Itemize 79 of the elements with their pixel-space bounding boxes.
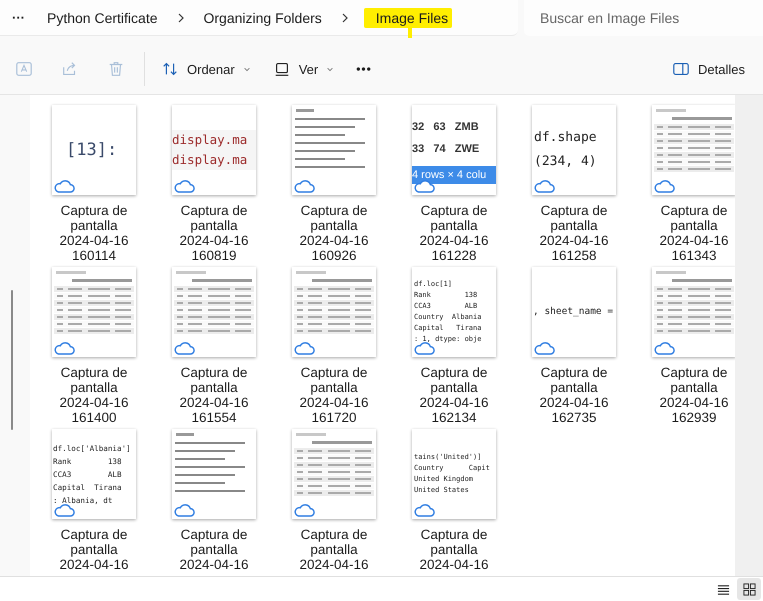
cloud-icon [413, 503, 435, 518]
cloud-icon [533, 341, 555, 356]
file-name: Captura de pantalla 2024-04-16 161554 [178, 365, 250, 425]
cloud-icon [653, 341, 675, 356]
image-thumbnail[interactable]: [13]: [52, 105, 136, 195]
cloud-icon [173, 179, 195, 194]
thumbnail-text: display.ma [172, 150, 256, 170]
cloud-icon [653, 179, 675, 194]
image-thumbnail[interactable]: , sheet_name = [532, 267, 616, 357]
image-thumbnail[interactable] [172, 429, 256, 519]
grid-view-button[interactable] [737, 578, 761, 600]
view-button[interactable]: Ver [264, 52, 342, 86]
file-name: Captura de pantalla 2024-04-16 [178, 527, 250, 572]
cloud-icon [53, 503, 75, 518]
grid-icon [742, 582, 756, 596]
sort-icon [161, 60, 179, 78]
chevron-down-icon [242, 65, 251, 73]
image-thumbnail[interactable]: display.ma display.ma [172, 105, 256, 195]
thumbnail-text: [13]: [65, 140, 118, 160]
chevron-right-icon [340, 12, 350, 22]
chevron-down-icon [326, 65, 334, 73]
file-name: Captura de pantalla 2024-04-16 [58, 527, 130, 572]
cloud-icon [293, 179, 315, 194]
file-name: Captura de pantalla 2024-04-16 162735 [538, 365, 610, 425]
chevron-right-icon [176, 12, 186, 22]
thumbnail-text: , sheet_name = [532, 305, 614, 319]
scrollbar[interactable] [735, 95, 763, 576]
search-field[interactable]: Buscar en Image Files [524, 0, 763, 36]
trash-icon [107, 60, 125, 78]
thumbnail-text: df.shape [533, 129, 597, 147]
cloud-icon [413, 341, 435, 356]
more-locations-button[interactable]: ··· [8, 10, 29, 25]
breadcrumb[interactable]: Python Certificate [43, 8, 162, 26]
thumbnail-text: (234, 4) [533, 153, 597, 171]
file-name: Captura de pantalla 2024-04-16 161228 [418, 203, 490, 263]
cloud-icon [53, 179, 75, 194]
monitor-icon [272, 60, 291, 78]
more-options-button[interactable]: ••• [348, 52, 380, 86]
address-bar[interactable]: ··· Python Certificate Organizing Folders Image Files [0, 0, 518, 36]
image-thumbnail[interactable]: 32 63 ZMB 33 74 ZWE 4 rows × 4 colu [412, 105, 496, 195]
image-thumbnail[interactable] [172, 267, 256, 357]
cloud-icon [293, 341, 315, 356]
image-thumbnail[interactable] [652, 105, 735, 195]
cloud-icon [173, 341, 195, 356]
thumbnail-text: 4 rows × 4 colu [412, 166, 496, 184]
breadcrumb[interactable]: Organizing Folders [200, 8, 326, 26]
image-thumbnail[interactable] [52, 267, 136, 357]
details-pane-icon [672, 60, 690, 78]
cloud-icon [533, 179, 555, 194]
scrollbar[interactable] [11, 290, 13, 430]
image-thumbnail[interactable] [652, 267, 735, 357]
breadcrumb[interactable]: Image Files [364, 8, 452, 28]
cloud-icon [293, 503, 315, 518]
file-name: Captura de pantalla 2024-04-16 161720 [298, 365, 370, 425]
file-name: Captura de pantalla 2024-04-16 160926 [298, 203, 370, 263]
image-thumbnail[interactable] [292, 105, 376, 195]
details-button[interactable]: Detalles [664, 52, 753, 86]
highlighter-mark [408, 28, 412, 38]
file-name: Captura de pantalla 2024-04-16 161343 [658, 203, 730, 263]
rename-icon [15, 60, 33, 78]
file-name: Captura de pantalla 2024-04-16 161258 [538, 203, 610, 263]
cloud-icon [173, 503, 195, 518]
image-thumbnail[interactable] [292, 267, 376, 357]
file-name: Captura de pantalla 2024-04-16 161400 [58, 365, 130, 425]
file-name: Captura de pantalla 2024-04-16 [298, 527, 370, 572]
file-name: Captura de pantalla 2024-04-16 160114 [58, 203, 130, 263]
thumbnail-text: 32 63 ZMB [412, 120, 479, 135]
file-name: Captura de pantalla 2024-04-16 160819 [178, 203, 250, 263]
cloud-icon [413, 179, 435, 194]
thumbnail-text: display.ma [172, 130, 256, 150]
sort-button[interactable]: Ordenar [153, 52, 259, 86]
image-thumbnail[interactable]: df.shape (234, 4) [532, 105, 616, 195]
file-name: Captura de pantalla 2024-04-16 [418, 527, 490, 572]
list-icon [716, 582, 730, 596]
thumbnail-text: 33 74 ZWE [412, 142, 480, 157]
cloud-icon [53, 341, 75, 356]
file-name: Captura de pantalla 2024-04-16 162134 [418, 365, 490, 425]
file-name: Captura de pantalla 2024-04-16 162939 [658, 365, 730, 425]
image-thumbnail[interactable] [292, 429, 376, 519]
